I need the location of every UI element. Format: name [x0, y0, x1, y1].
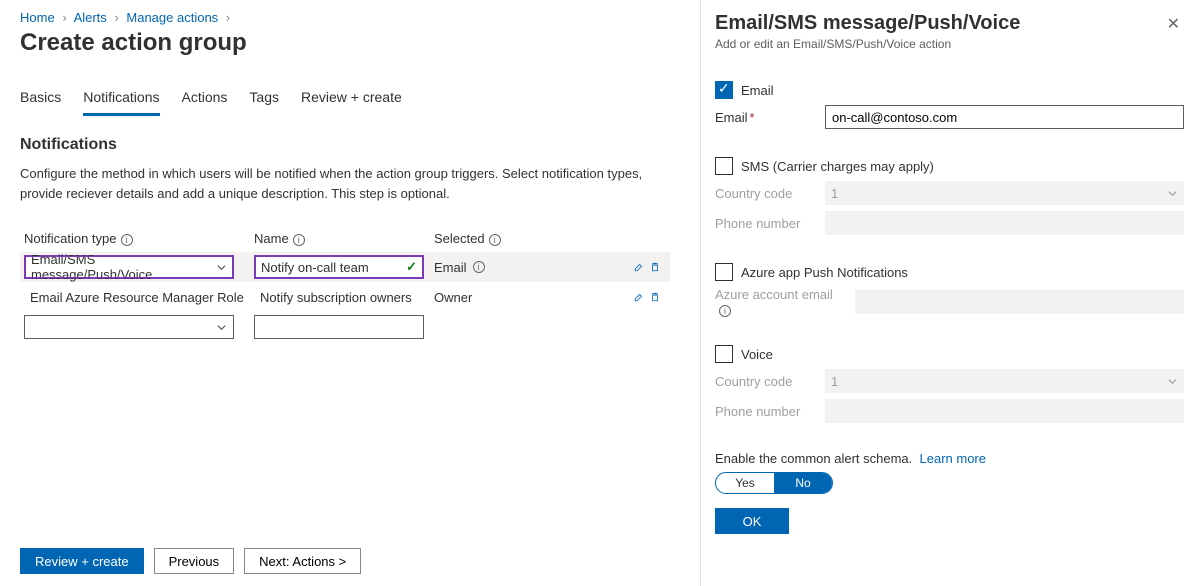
notification-name-input-empty[interactable]	[254, 315, 424, 339]
footer-bar: Review + create Previous Next: Actions >	[20, 548, 361, 574]
chevron-down-icon	[1167, 188, 1178, 199]
side-panel: Email/SMS message/Push/Voice Add or edit…	[700, 0, 1198, 586]
panel-subtitle: Add or edit an Email/SMS/Push/Voice acti…	[715, 37, 1020, 51]
email-checkbox[interactable]: Email	[715, 81, 1184, 99]
section-description: Configure the method in which users will…	[20, 164, 660, 203]
review-create-button[interactable]: Review + create	[20, 548, 144, 574]
phone-label: Phone number	[715, 216, 815, 231]
section-heading: Notifications	[20, 136, 680, 154]
selected-value: Owner	[430, 282, 630, 312]
phone-field	[825, 211, 1184, 235]
info-icon[interactable]: i	[489, 234, 501, 246]
col-type: Notification typei	[20, 225, 250, 252]
chevron-right-icon: ›	[114, 10, 118, 25]
chevron-down-icon	[216, 322, 227, 333]
chevron-right-icon: ›	[226, 10, 230, 25]
chevron-down-icon	[216, 262, 227, 273]
email-label: Email*	[715, 110, 815, 125]
delete-icon[interactable]	[650, 289, 660, 305]
voice-country-code-field: 1	[825, 369, 1184, 393]
info-icon[interactable]: i	[293, 234, 305, 246]
schema-text: Enable the common alert schema. Learn mo…	[715, 451, 1184, 466]
breadcrumb-home[interactable]: Home	[20, 10, 55, 25]
voice-phone-label: Phone number	[715, 404, 815, 419]
tab-tags[interactable]: Tags	[249, 85, 279, 116]
schema-toggle[interactable]: Yes No	[715, 472, 833, 494]
info-icon[interactable]: i	[473, 261, 485, 273]
check-icon: ✓	[406, 259, 417, 275]
notification-type-select[interactable]: Email/SMS message/Push/Voice	[24, 255, 234, 279]
table-row[interactable]: Email Azure Resource Manager Role	[20, 282, 250, 312]
voice-checkbox[interactable]: Voice	[715, 345, 1184, 363]
country-code-label: Country code	[715, 186, 815, 201]
edit-icon[interactable]	[634, 289, 644, 305]
toggle-yes[interactable]: Yes	[716, 473, 774, 493]
breadcrumb-alerts[interactable]: Alerts	[74, 10, 107, 25]
breadcrumb: Home › Alerts › Manage actions ›	[20, 10, 680, 25]
sms-checkbox[interactable]: SMS (Carrier charges may apply)	[715, 157, 1184, 175]
tab-notifications[interactable]: Notifications	[83, 85, 159, 116]
tab-basics[interactable]: Basics	[20, 85, 61, 116]
tabs: Basics Notifications Actions Tags Review…	[20, 85, 680, 116]
next-button[interactable]: Next: Actions >	[244, 548, 361, 574]
col-selected: Selectedi	[430, 225, 630, 252]
push-checkbox[interactable]: Azure app Push Notifications	[715, 263, 1184, 281]
panel-title: Email/SMS message/Push/Voice	[715, 12, 1020, 35]
col-name: Namei	[250, 225, 430, 252]
voice-country-code-label: Country code	[715, 374, 815, 389]
azure-email-label: Azure account email i	[715, 287, 845, 317]
notifications-grid: Notification typei Namei Selectedi Email…	[20, 225, 680, 342]
chevron-right-icon: ›	[62, 10, 66, 25]
ok-button[interactable]: OK	[715, 508, 789, 534]
breadcrumb-manage[interactable]: Manage actions	[126, 10, 218, 25]
previous-button[interactable]: Previous	[154, 548, 235, 574]
edit-icon[interactable]	[634, 259, 644, 275]
info-icon[interactable]: i	[719, 305, 731, 317]
close-icon[interactable]: ✕	[1163, 12, 1184, 36]
country-code-field: 1	[825, 181, 1184, 205]
info-icon[interactable]: i	[121, 234, 133, 246]
email-field[interactable]	[825, 105, 1184, 129]
voice-phone-field	[825, 399, 1184, 423]
azure-email-field	[855, 290, 1184, 314]
page-title: Create action group	[20, 29, 680, 57]
chevron-down-icon	[1167, 376, 1178, 387]
delete-icon[interactable]	[650, 259, 660, 275]
tab-actions[interactable]: Actions	[182, 85, 228, 116]
table-row[interactable]: Email/SMS message/Push/Voice	[20, 252, 250, 282]
toggle-no[interactable]: No	[774, 473, 832, 493]
tab-review[interactable]: Review + create	[301, 85, 402, 116]
selected-value: Email i	[430, 252, 630, 282]
notification-name-input[interactable]: Notify on-call team ✓	[254, 255, 424, 279]
notification-type-select-empty[interactable]	[24, 315, 234, 339]
learn-more-link[interactable]: Learn more	[920, 451, 986, 466]
